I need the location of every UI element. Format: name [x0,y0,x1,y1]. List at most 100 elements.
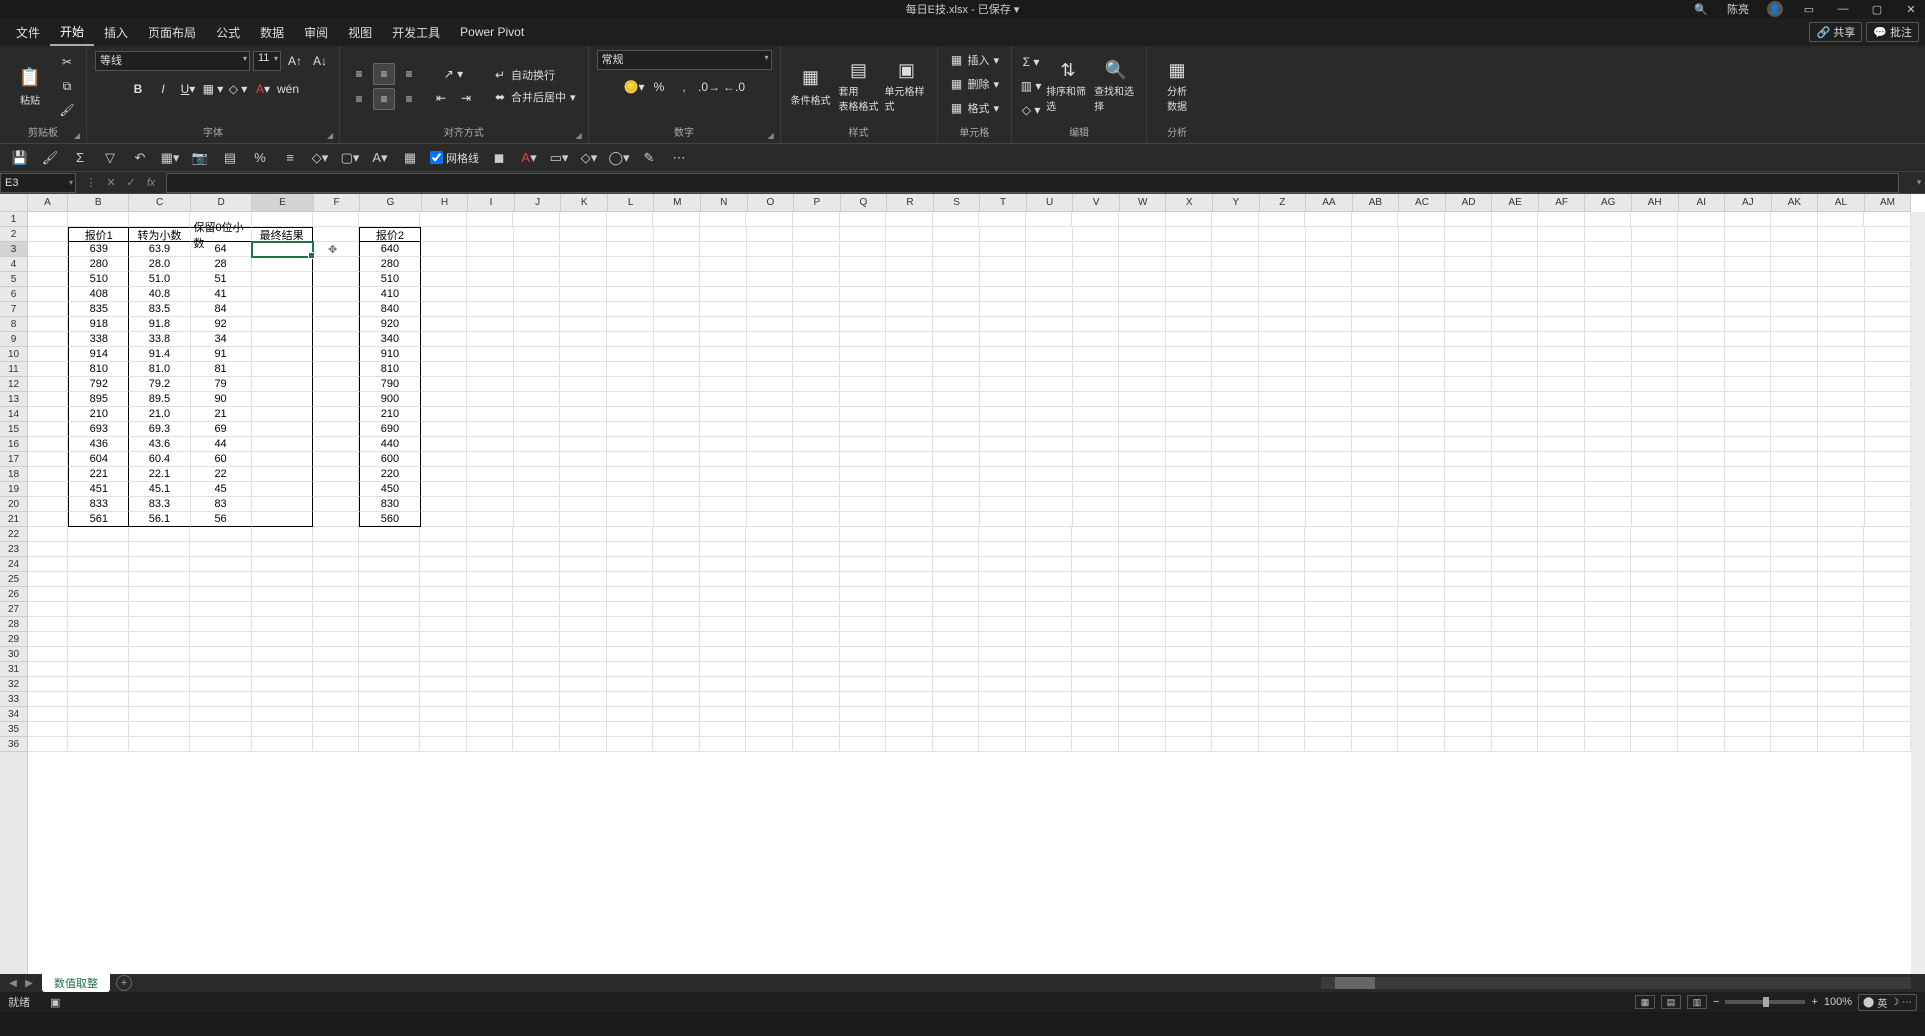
cell[interactable] [1259,722,1306,737]
cell[interactable] [1119,617,1166,632]
cell[interactable] [1072,647,1119,662]
zoom-level[interactable]: 100% [1824,996,1852,1008]
cell[interactable] [28,482,68,497]
cell[interactable] [1352,602,1399,617]
cell[interactable] [793,482,840,497]
cell[interactable] [1445,467,1492,482]
cell[interactable] [979,617,1026,632]
cell[interactable] [1865,272,1911,287]
cell[interactable] [1212,512,1259,527]
cell[interactable] [1585,452,1632,467]
cell[interactable] [840,482,887,497]
cell[interactable] [1166,602,1213,617]
qt-fill-icon[interactable]: ◇▾ [310,148,330,168]
menu-tab-审阅[interactable]: 审阅 [294,18,338,46]
cell[interactable] [560,647,607,662]
font-size-combo[interactable]: 11▾ [253,51,281,71]
cell[interactable]: 28.0 [129,257,190,272]
cell[interactable] [1585,512,1632,527]
cell[interactable] [190,707,251,722]
cell[interactable] [1445,632,1492,647]
cell[interactable] [1725,587,1772,602]
cell[interactable]: 280 [359,257,420,272]
cell[interactable] [514,392,561,407]
cell[interactable] [1259,407,1306,422]
cell[interactable] [933,437,980,452]
cell[interactable] [1259,617,1306,632]
cell[interactable] [1445,362,1492,377]
cell[interactable] [886,302,933,317]
cell[interactable] [1399,497,1446,512]
cell[interactable] [252,302,313,317]
cell[interactable] [793,407,840,422]
cell[interactable]: 63.9 [129,242,190,257]
cell[interactable] [746,692,793,707]
cell[interactable] [933,497,980,512]
cell[interactable] [313,407,360,422]
cell[interactable] [1212,452,1259,467]
cell[interactable] [560,437,607,452]
cell[interactable] [1678,617,1725,632]
cell[interactable] [607,482,654,497]
cell[interactable] [313,512,360,527]
cell[interactable] [1538,437,1585,452]
row-header[interactable]: 34 [0,707,27,722]
cell[interactable] [886,557,933,572]
cell[interactable] [514,512,561,527]
cell[interactable] [793,512,840,527]
cell[interactable] [68,602,129,617]
align-bottom-icon[interactable]: ≡ [398,63,420,85]
cell[interactable] [467,557,514,572]
cell[interactable] [1305,527,1352,542]
row-header[interactable]: 3 [0,242,27,257]
cell[interactable] [1352,722,1399,737]
cell[interactable] [1026,602,1073,617]
cell[interactable] [68,722,129,737]
cell[interactable] [28,452,68,467]
cell[interactable]: 83.3 [129,497,190,512]
cell[interactable] [68,542,129,557]
cell[interactable] [607,422,654,437]
cell[interactable] [1865,422,1911,437]
cell[interactable] [1166,452,1213,467]
cell[interactable] [1771,377,1818,392]
cell[interactable] [1631,212,1678,227]
cell[interactable] [747,347,794,362]
cell[interactable] [514,242,561,257]
cell[interactable] [129,557,190,572]
cell[interactable] [1492,467,1539,482]
cell[interactable] [1678,392,1725,407]
table-format-button[interactable]: ▤套用 表格格式 [837,62,881,110]
cell[interactable] [1259,392,1306,407]
clear-icon[interactable]: ◇ ▾ [1020,99,1042,121]
cell[interactable] [28,737,68,752]
cell[interactable]: 60.4 [129,452,190,467]
cell[interactable] [1352,707,1399,722]
cell[interactable] [1072,722,1119,737]
cell[interactable] [1771,707,1818,722]
cell[interactable] [886,422,933,437]
prev-sheet-icon[interactable]: ◀ [6,976,20,990]
cell[interactable] [1166,617,1213,632]
cell[interactable] [252,362,313,377]
cell[interactable] [1212,347,1259,362]
cell[interactable] [700,287,747,302]
cell[interactable] [840,722,887,737]
cell[interactable] [1352,572,1399,587]
cell[interactable] [886,227,933,242]
cell[interactable] [560,242,607,257]
cell[interactable] [1818,242,1865,257]
cell[interactable] [1352,632,1399,647]
cell[interactable] [607,392,654,407]
cell[interactable] [933,287,980,302]
cell[interactable] [979,572,1026,587]
cell[interactable] [886,707,933,722]
cell[interactable] [1026,302,1073,317]
cell[interactable] [1632,272,1679,287]
menu-tab-公式[interactable]: 公式 [206,18,250,46]
cell[interactable] [421,407,468,422]
cell[interactable] [1026,647,1073,662]
cell[interactable] [653,587,700,602]
cell[interactable] [1538,497,1585,512]
cell[interactable] [1538,392,1585,407]
